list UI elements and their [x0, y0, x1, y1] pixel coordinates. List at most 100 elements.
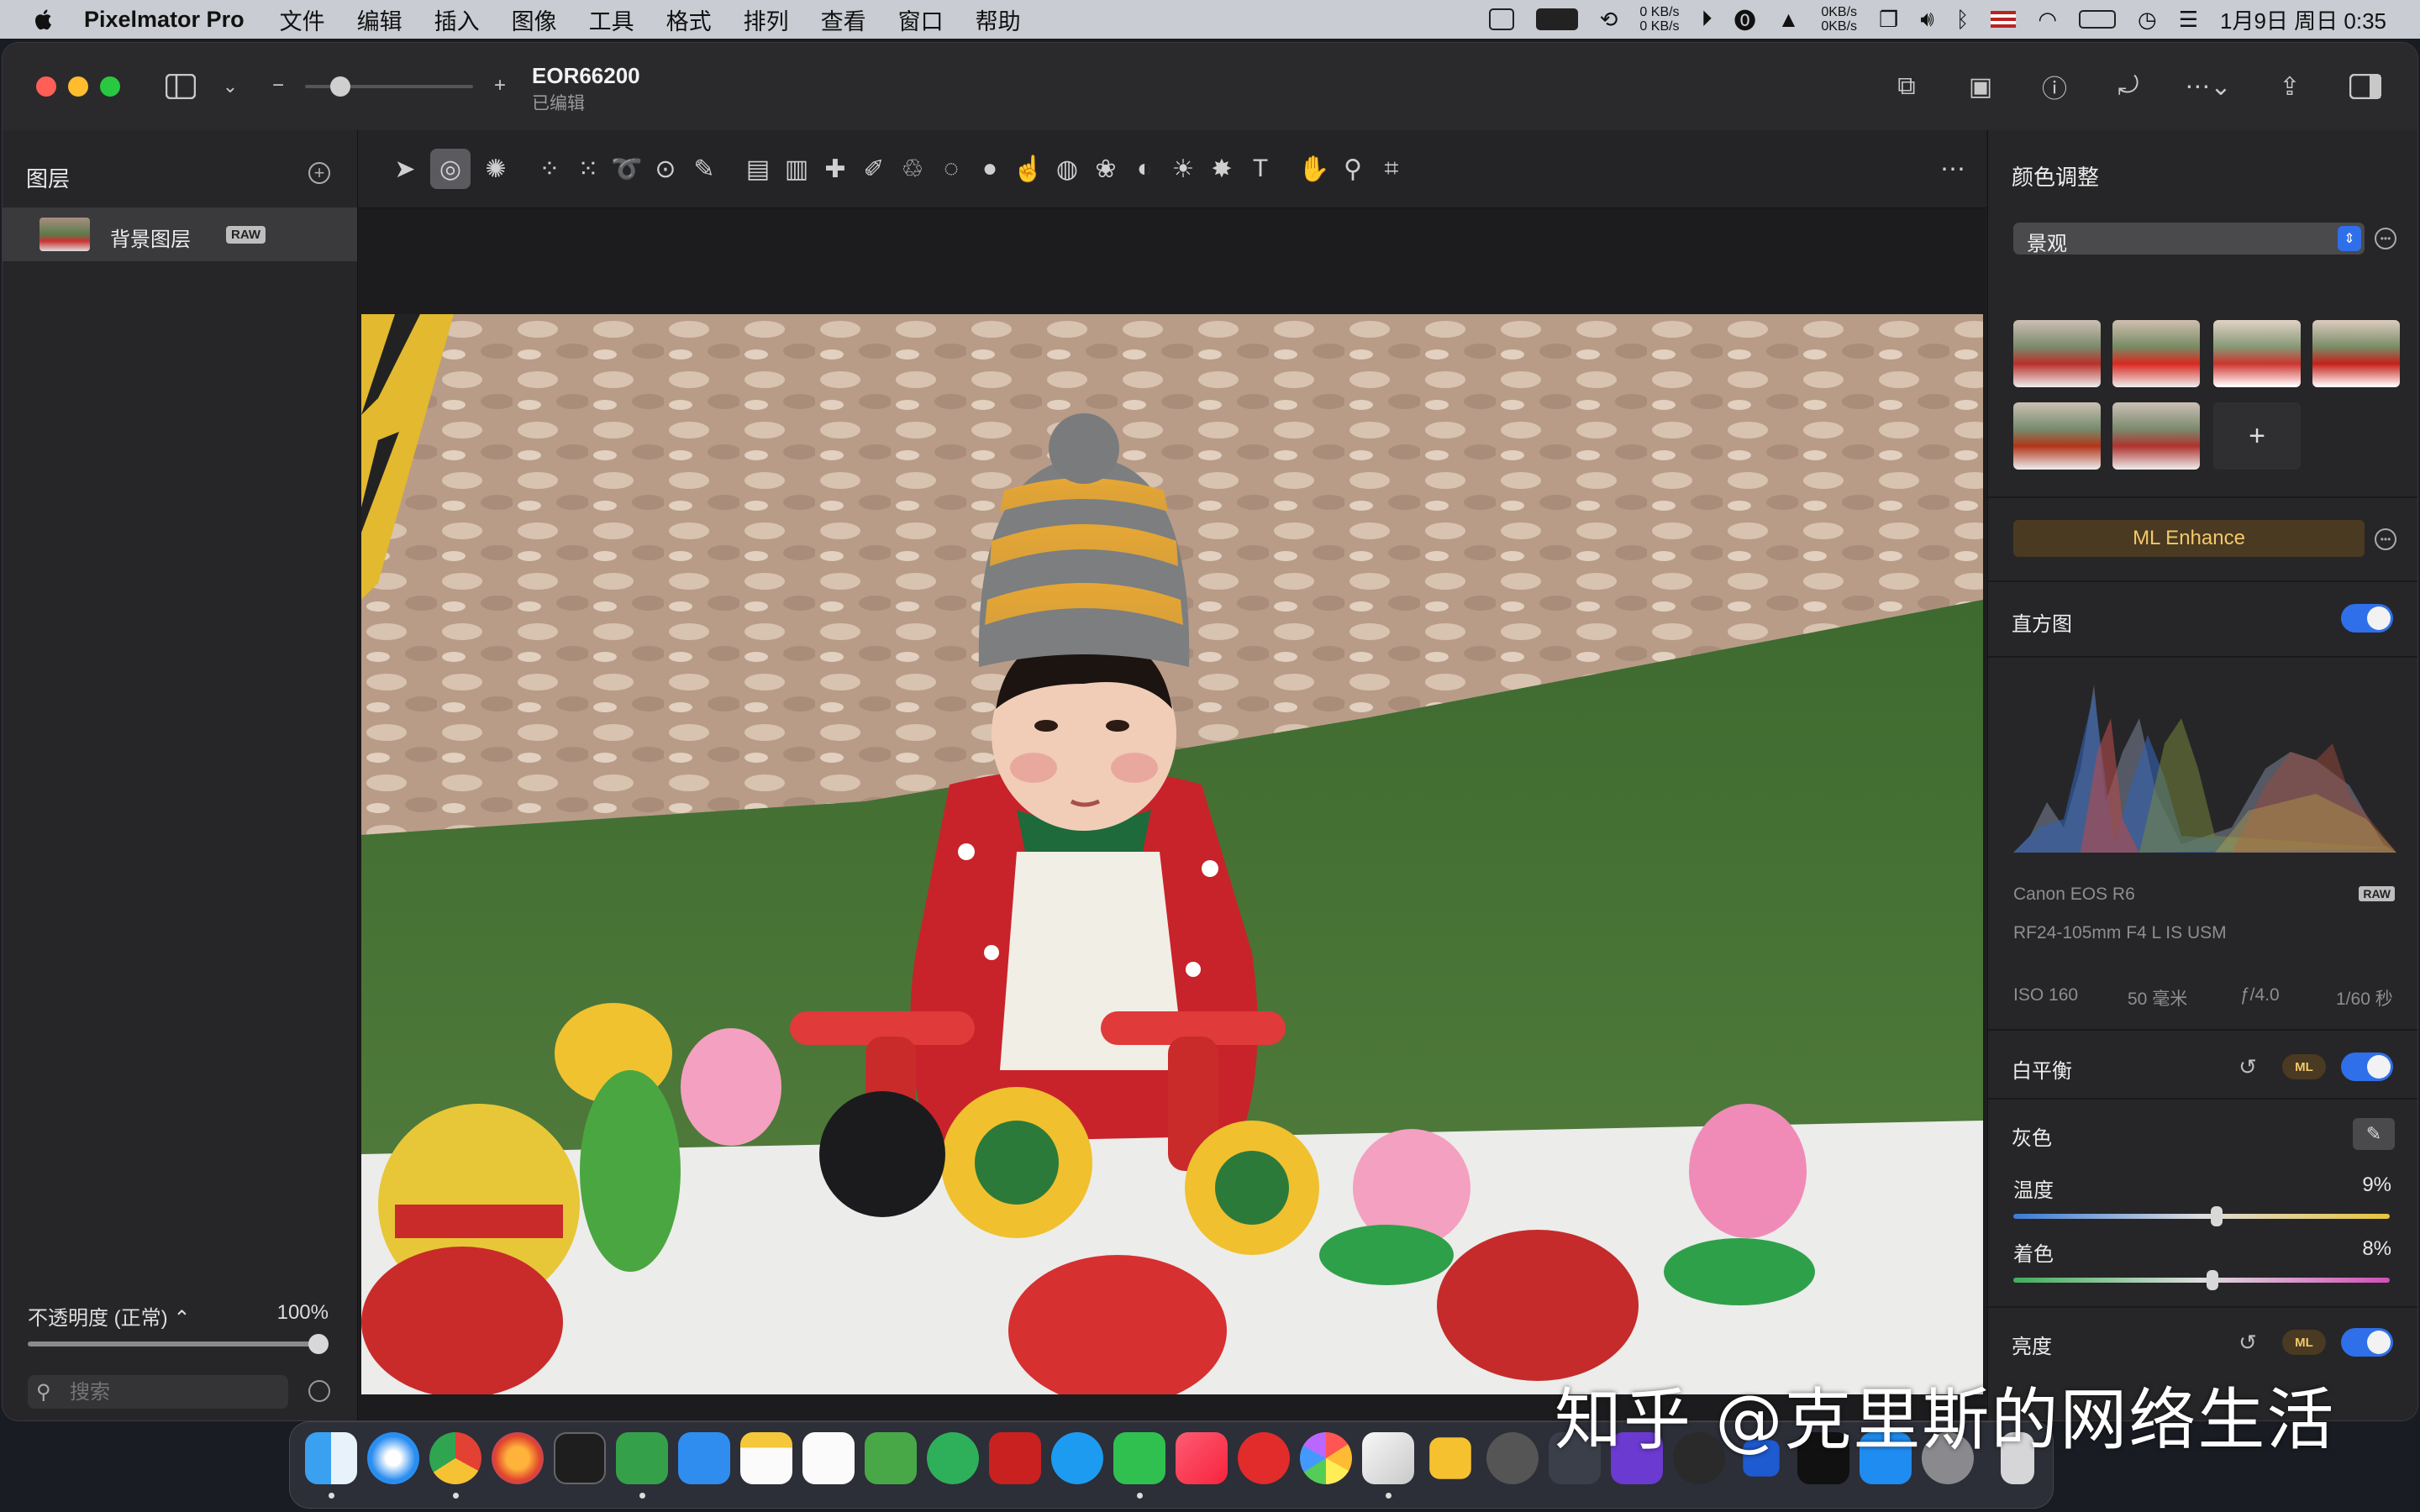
menu-arrange[interactable]: 排列	[744, 3, 789, 36]
ml-badge[interactable]: ML	[2282, 1330, 2326, 1355]
pixelmator-pro-icon[interactable]	[1362, 1432, 1414, 1484]
wechat-icon[interactable]	[1113, 1432, 1165, 1484]
sketch-icon[interactable]	[1429, 1437, 1471, 1479]
menu-image[interactable]: 图像	[512, 3, 557, 36]
preset-thumbnail[interactable]	[2112, 320, 2200, 387]
opacity-slider[interactable]	[28, 1334, 329, 1354]
vim-icon[interactable]	[616, 1432, 668, 1484]
preset-thumbnail[interactable]	[2312, 320, 2400, 387]
reminders-icon[interactable]	[802, 1432, 855, 1484]
layer-search[interactable]: ⚲	[28, 1375, 288, 1409]
terminal-icon[interactable]	[554, 1432, 606, 1484]
reset-icon[interactable]: ↺	[2237, 1330, 2259, 1355]
zoom-slider-knob[interactable]	[330, 76, 350, 97]
evernote-icon[interactable]	[927, 1432, 979, 1484]
white-balance-toggle[interactable]	[2341, 1053, 2393, 1081]
menu-insert[interactable]: 插入	[434, 3, 480, 36]
menu-format[interactable]: 格式	[666, 3, 712, 36]
network-speed[interactable]: 0 KB/s 0 KB/s	[1639, 5, 1679, 34]
twitter-icon[interactable]	[1051, 1432, 1103, 1484]
menu-tools[interactable]: 工具	[589, 3, 634, 36]
clock[interactable]: 1月9日 周日 0:35	[2220, 4, 2386, 35]
canvas[interactable]	[358, 208, 1986, 1420]
smudge-tool-icon[interactable]: ☝	[1008, 149, 1049, 189]
dodge-tool-icon[interactable]: ☀	[1163, 149, 1203, 189]
preset-thumbnail[interactable]	[2213, 320, 2301, 387]
search-input[interactable]	[68, 1378, 281, 1407]
zoom-in-icon[interactable]: +	[490, 73, 510, 98]
opacity-value[interactable]: 100%	[277, 1301, 329, 1325]
mindnode-icon[interactable]	[865, 1432, 917, 1484]
red-eye-tool-icon[interactable]: ✸	[1202, 149, 1242, 189]
sponge-tool-icon[interactable]: ◍	[1047, 149, 1087, 189]
blur-tool-icon[interactable]: ◌	[931, 149, 971, 189]
menu-window[interactable]: 窗口	[898, 3, 944, 36]
volume-icon[interactable]: 🔊︎	[1920, 6, 1933, 33]
finder-icon[interactable]	[305, 1432, 357, 1484]
repair-tool-icon[interactable]: ✚	[815, 149, 855, 189]
chevron-down-icon[interactable]: ⌄	[218, 71, 243, 102]
add-layer-icon[interactable]: +	[308, 162, 330, 184]
share-icon[interactable]: ⇪	[2271, 68, 2308, 105]
window-icon[interactable]: ❐	[1879, 7, 1898, 33]
zoom-slider[interactable]	[305, 76, 473, 97]
temperature-slider[interactable]	[2013, 1206, 2390, 1226]
disk-utility-icon[interactable]	[1486, 1432, 1539, 1484]
magic-wand-tool-icon[interactable]: ⊙	[645, 149, 686, 189]
flag-icon[interactable]	[1991, 11, 2017, 28]
reset-icon[interactable]: ↺	[2237, 1054, 2259, 1079]
crop-tool-icon[interactable]: ⌗	[1371, 149, 1412, 189]
music-icon[interactable]	[1176, 1432, 1228, 1484]
burn-tool-icon[interactable]: ◐	[1124, 149, 1165, 189]
preset-thumbnail[interactable]	[2112, 402, 2200, 470]
menu-help[interactable]: 帮助	[976, 3, 1021, 36]
info-icon[interactable]: ⓘ	[2036, 68, 2073, 105]
chrome-icon[interactable]	[429, 1432, 481, 1484]
zoom-window-button[interactable]	[100, 76, 120, 97]
opacity-slider-knob[interactable]	[308, 1334, 329, 1354]
pause-circle-icon[interactable]: ⓿	[1734, 4, 1756, 35]
app-menu[interactable]: Pixelmator Pro	[84, 7, 245, 33]
tint-value[interactable]: 8%	[2362, 1237, 2391, 1261]
filezilla-icon[interactable]	[989, 1432, 1041, 1484]
cat-icon[interactable]: ▲	[1778, 7, 1800, 33]
color-adjust-tool-icon[interactable]: ◎	[430, 149, 471, 189]
quick-select-tool-icon[interactable]: ⁘	[529, 149, 570, 189]
bluetooth-icon[interactable]: ᛒ	[1956, 7, 1970, 33]
time-machine-icon[interactable]: ◷	[2138, 7, 2157, 33]
sidebar-toggle-icon[interactable]	[164, 70, 197, 103]
zoom-tool-icon[interactable]: ⚲	[1333, 149, 1373, 189]
notes-icon[interactable]	[740, 1432, 792, 1484]
netease-music-icon[interactable]	[1238, 1432, 1290, 1484]
ml-enhance-button[interactable]: ML Enhance	[2013, 520, 2365, 557]
arrange-icon[interactable]: ⧉	[1888, 68, 1925, 105]
saturate-tool-icon[interactable]: ❀	[1086, 149, 1126, 189]
safari-icon[interactable]	[367, 1432, 419, 1484]
eyedropper-icon[interactable]: ✎	[2353, 1118, 2395, 1150]
preset-thumbnail[interactable]	[2013, 320, 2101, 387]
menu-view[interactable]: 查看	[821, 3, 866, 36]
pen-app-icon[interactable]	[678, 1432, 730, 1484]
menu-edit[interactable]: 编辑	[357, 3, 402, 36]
photo-browser-icon[interactable]: ▣	[1962, 68, 1999, 105]
rotate-icon[interactable]: ⤾	[2110, 68, 2147, 105]
temperature-value[interactable]: 9%	[2362, 1173, 2391, 1197]
opacity-label[interactable]: 不透明度 (正常) ⌃	[28, 1301, 190, 1331]
ml-enhance-more-icon[interactable]: •••	[2375, 528, 2396, 550]
sharpen-tool-icon[interactable]: ●	[970, 149, 1010, 189]
temperature-slider-knob[interactable]	[2210, 1206, 2223, 1226]
inspector-toggle-icon[interactable]	[2347, 70, 2384, 103]
brush-tool-icon[interactable]: ✐	[854, 149, 894, 189]
control-center-icon[interactable]: ☰	[2179, 7, 2198, 33]
type-tool-icon[interactable]: T	[1240, 149, 1281, 189]
firefox-icon[interactable]	[492, 1432, 544, 1484]
photos-icon[interactable]	[1300, 1432, 1352, 1484]
zoom-out-icon[interactable]: −	[268, 73, 288, 98]
arrange-tool-icon[interactable]: ➤	[385, 149, 425, 189]
add-preset-button[interactable]: +	[2213, 402, 2301, 470]
sync-icon[interactable]: ⟲	[1600, 7, 1618, 33]
preset-category-select[interactable]: 景观 ⇕	[2013, 223, 2365, 255]
minimize-window-button[interactable]	[68, 76, 88, 97]
tint-slider-knob[interactable]	[2207, 1270, 2219, 1290]
hand-tool-icon[interactable]: ✋	[1294, 149, 1334, 189]
